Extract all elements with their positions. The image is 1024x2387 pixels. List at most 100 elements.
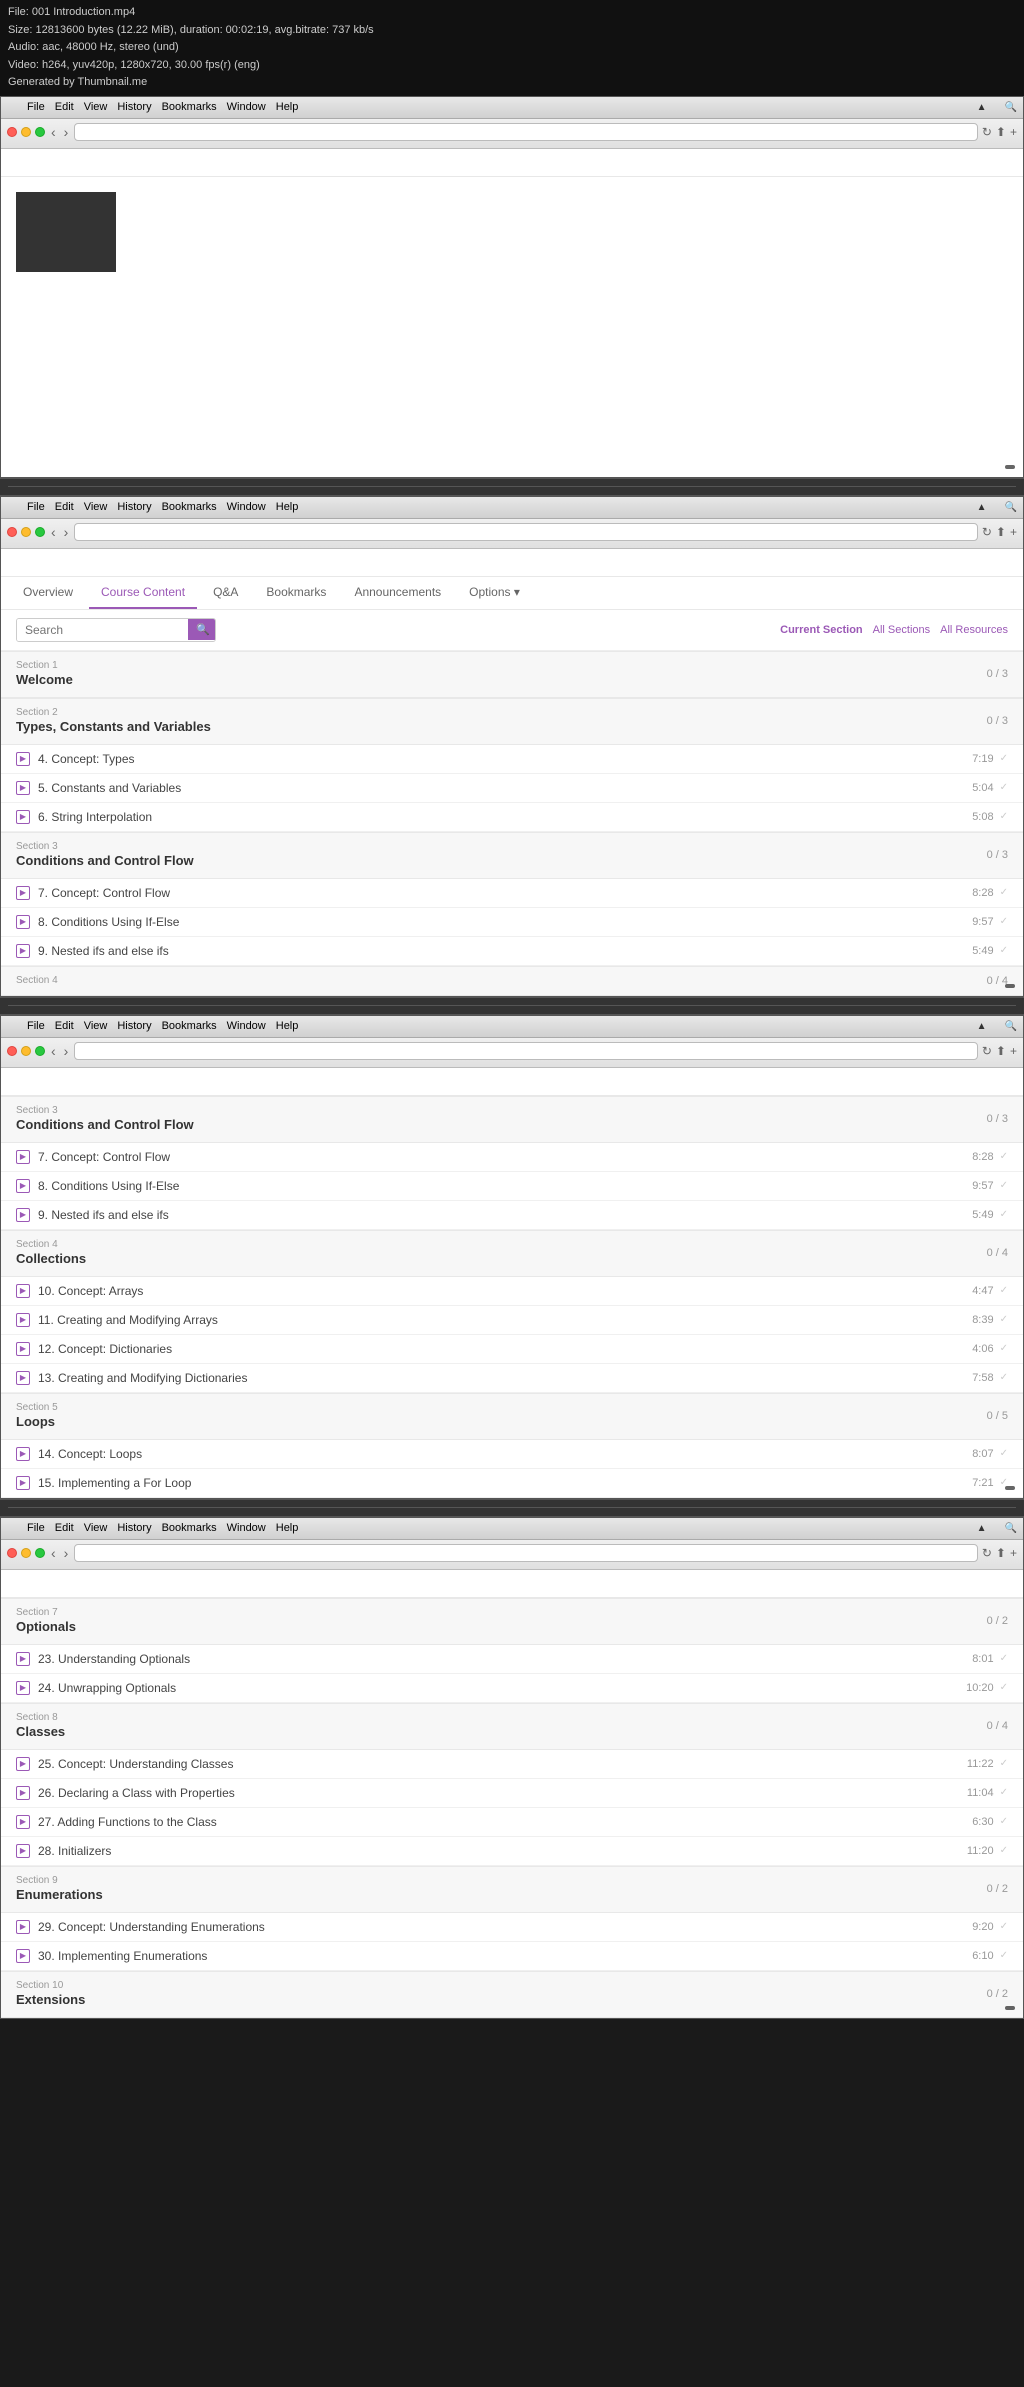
plus-icon-4[interactable]: +	[1010, 1546, 1017, 1560]
menu-bookmarks[interactable]: Bookmarks	[162, 101, 217, 113]
close-button-2[interactable]	[7, 527, 17, 537]
filter-all-sections[interactable]: All Sections	[873, 624, 930, 636]
back-button-3[interactable]: ‹	[49, 1043, 58, 1059]
menu-window-2[interactable]: Window	[227, 501, 266, 513]
tab-bookmarks[interactable]: Bookmarks	[254, 577, 338, 609]
url-bar-4[interactable]	[74, 1544, 978, 1562]
menu-window-4[interactable]: Window	[227, 1522, 266, 1534]
close-button-4[interactable]	[7, 1548, 17, 1558]
maximize-button-3[interactable]	[35, 1046, 45, 1056]
forward-button[interactable]: ›	[62, 124, 71, 140]
close-button[interactable]	[7, 127, 17, 137]
tab-qa[interactable]: Q&A	[201, 577, 250, 609]
back-button-4[interactable]: ‹	[49, 1545, 58, 1561]
minimize-button-4[interactable]	[21, 1548, 31, 1558]
back-button-2[interactable]: ‹	[49, 524, 58, 540]
search-button[interactable]: 🔍	[188, 619, 216, 640]
menu-file[interactable]: File	[27, 101, 45, 113]
share-icon-2[interactable]: ⬆	[996, 525, 1006, 539]
lesson-row[interactable]: ▶ 27. Adding Functions to the Class 6:30…	[1, 1808, 1023, 1837]
menu-help-3[interactable]: Help	[276, 1020, 299, 1032]
menu-edit-4[interactable]: Edit	[55, 1522, 74, 1534]
menu-edit-2[interactable]: Edit	[55, 501, 74, 513]
lesson-row[interactable]: ▶ 7. Concept: Control Flow 8:28 ✓	[1, 1143, 1023, 1172]
menu-bookmarks-3[interactable]: Bookmarks	[162, 1020, 217, 1032]
minimize-button[interactable]	[21, 127, 31, 137]
share-icon[interactable]: ⬆	[996, 125, 1006, 139]
minimize-button-2[interactable]	[21, 527, 31, 537]
refresh-icon-3[interactable]: ↻	[982, 1044, 992, 1058]
tab-options[interactable]: Options ▾	[457, 577, 532, 609]
lesson-row[interactable]: ▶ 5. Constants and Variables 5:04 ✓	[1, 774, 1023, 803]
search-icon-menu-4[interactable]: 🔍	[1005, 1523, 1017, 1534]
search-icon-menu-2[interactable]: 🔍	[1005, 502, 1017, 513]
lesson-row[interactable]: ▶ 28. Initializers 11:20 ✓	[1, 1837, 1023, 1866]
lesson-row[interactable]: ▶ 7. Concept: Control Flow 8:28 ✓	[1, 879, 1023, 908]
forward-button-2[interactable]: ›	[62, 524, 71, 540]
lesson-row[interactable]: ▶ 14. Concept: Loops 8:07 ✓	[1, 1440, 1023, 1469]
menu-bookmarks-4[interactable]: Bookmarks	[162, 1522, 217, 1534]
menu-help[interactable]: Help	[276, 101, 299, 113]
share-icon-3[interactable]: ⬆	[996, 1044, 1006, 1058]
menu-history-3[interactable]: History	[117, 1020, 151, 1032]
share-icon-4[interactable]: ⬆	[996, 1546, 1006, 1560]
filter-current-section[interactable]: Current Section	[780, 624, 863, 636]
menu-bookmarks-2[interactable]: Bookmarks	[162, 501, 217, 513]
refresh-icon-4[interactable]: ↻	[982, 1546, 992, 1560]
url-bar-1[interactable]	[74, 123, 978, 141]
lesson-row[interactable]: ▶ 24. Unwrapping Optionals 10:20 ✓	[1, 1674, 1023, 1703]
lesson-row[interactable]: ▶ 26. Declaring a Class with Properties …	[1, 1779, 1023, 1808]
menu-help-2[interactable]: Help	[276, 501, 299, 513]
plus-icon-3[interactable]: +	[1010, 1044, 1017, 1058]
lesson-row[interactable]: ▶ 13. Creating and Modifying Dictionarie…	[1, 1364, 1023, 1393]
menu-window-3[interactable]: Window	[227, 1020, 266, 1032]
refresh-icon-2[interactable]: ↻	[982, 525, 992, 539]
forward-button-4[interactable]: ›	[62, 1545, 71, 1561]
menu-view[interactable]: View	[84, 101, 108, 113]
tab-course-content[interactable]: Course Content	[89, 577, 197, 609]
menu-history-2[interactable]: History	[117, 501, 151, 513]
search-input[interactable]	[17, 619, 188, 641]
menu-history[interactable]: History	[117, 101, 151, 113]
maximize-button[interactable]	[35, 127, 45, 137]
minimize-button-3[interactable]	[21, 1046, 31, 1056]
maximize-button-4[interactable]	[35, 1548, 45, 1558]
menu-edit-3[interactable]: Edit	[55, 1020, 74, 1032]
url-bar-3[interactable]	[74, 1042, 978, 1060]
search-icon-menu-3[interactable]: 🔍	[1005, 1021, 1017, 1032]
back-button[interactable]: ‹	[49, 124, 58, 140]
menu-view-3[interactable]: View	[84, 1020, 108, 1032]
tab-announcements[interactable]: Announcements	[342, 577, 453, 609]
close-button-3[interactable]	[7, 1046, 17, 1056]
lesson-row[interactable]: ▶ 15. Implementing a For Loop 7:21 ✓	[1, 1469, 1023, 1498]
refresh-icon[interactable]: ↻	[982, 125, 992, 139]
menu-view-2[interactable]: View	[84, 501, 108, 513]
menu-history-4[interactable]: History	[117, 1522, 151, 1534]
lesson-row[interactable]: ▶ 23. Understanding Optionals 8:01 ✓	[1, 1645, 1023, 1674]
lesson-row[interactable]: ▶ 12. Concept: Dictionaries 4:06 ✓	[1, 1335, 1023, 1364]
menu-file-2[interactable]: File	[27, 501, 45, 513]
menu-file-3[interactable]: File	[27, 1020, 45, 1032]
lesson-row[interactable]: ▶ 10. Concept: Arrays 4:47 ✓	[1, 1277, 1023, 1306]
menu-file-4[interactable]: File	[27, 1522, 45, 1534]
lesson-row[interactable]: ▶ 9. Nested ifs and else ifs 5:49 ✓	[1, 937, 1023, 966]
lesson-row[interactable]: ▶ 9. Nested ifs and else ifs 5:49 ✓	[1, 1201, 1023, 1230]
menu-window[interactable]: Window	[227, 101, 266, 113]
tab-overview[interactable]: Overview	[11, 577, 85, 609]
lesson-row[interactable]: ▶ 8. Conditions Using If-Else 9:57 ✓	[1, 908, 1023, 937]
maximize-button-2[interactable]	[35, 527, 45, 537]
menu-edit[interactable]: Edit	[55, 101, 74, 113]
lesson-row[interactable]: ▶ 11. Creating and Modifying Arrays 8:39…	[1, 1306, 1023, 1335]
lesson-row[interactable]: ▶ 30. Implementing Enumerations 6:10 ✓	[1, 1942, 1023, 1971]
plus-icon[interactable]: +	[1010, 125, 1017, 139]
lesson-row[interactable]: ▶ 8. Conditions Using If-Else 9:57 ✓	[1, 1172, 1023, 1201]
filter-all-resources[interactable]: All Resources	[940, 624, 1008, 636]
menu-view-4[interactable]: View	[84, 1522, 108, 1534]
forward-button-3[interactable]: ›	[62, 1043, 71, 1059]
lesson-row[interactable]: ▶ 6. String Interpolation 5:08 ✓	[1, 803, 1023, 832]
lesson-row[interactable]: ▶ 29. Concept: Understanding Enumeration…	[1, 1913, 1023, 1942]
plus-icon-2[interactable]: +	[1010, 525, 1017, 539]
url-bar-2[interactable]	[74, 523, 978, 541]
menu-help-4[interactable]: Help	[276, 1522, 299, 1534]
lesson-row[interactable]: ▶ 25. Concept: Understanding Classes 11:…	[1, 1750, 1023, 1779]
